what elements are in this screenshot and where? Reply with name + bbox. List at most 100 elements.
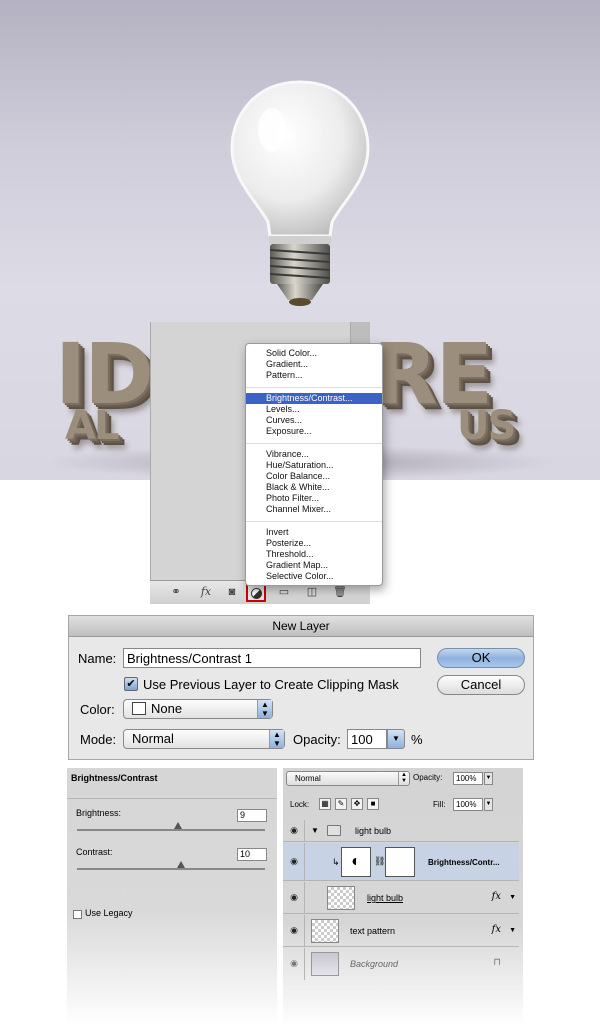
layer-row-light-bulb[interactable]: ◉ light bulb fx ▼ <box>283 882 519 914</box>
menu-item[interactable]: Threshold... <box>246 549 382 560</box>
menu-item[interactable]: Curves... <box>246 415 382 426</box>
fill-dropdown-icon[interactable]: ▼ <box>484 798 493 811</box>
menu-item[interactable]: Pattern... <box>246 370 382 381</box>
clipping-arrow-icon: ↳ <box>332 857 340 867</box>
clipping-mask-checkbox[interactable]: ✔ <box>124 677 138 691</box>
blend-mode-value: Normal <box>295 774 321 783</box>
new-layer-dialog: New Layer Name: OK Cancel ✔ Use Previous… <box>68 615 534 760</box>
mode-select[interactable]: Normal ▲ ▼ <box>123 729 285 749</box>
menu-item[interactable]: Invert <box>246 527 382 538</box>
layer-name: text pattern <box>350 926 396 936</box>
opacity-input[interactable] <box>347 729 387 749</box>
layer-name-input[interactable] <box>123 648 421 668</box>
opacity-label: Opacity: <box>413 773 443 782</box>
brightness-slider-track[interactable] <box>77 822 265 831</box>
menu-item[interactable]: Selective Color... <box>246 571 382 582</box>
contrast-value-input[interactable]: 10 <box>237 848 267 861</box>
menu-item[interactable]: Brightness/Contrast... <box>246 393 382 404</box>
layer-mask-thumbnail[interactable] <box>385 847 415 877</box>
cancel-button[interactable]: Cancel <box>437 675 525 695</box>
layer-thumbnail <box>327 886 355 910</box>
expand-effects-icon[interactable]: ▼ <box>509 894 516 901</box>
use-legacy-checkbox[interactable] <box>73 910 82 919</box>
contrast-slider-track[interactable] <box>77 861 265 870</box>
chain-link-icon[interactable]: ⛓ <box>374 856 385 867</box>
lock-position-icon[interactable]: ✥ <box>351 798 363 810</box>
fx-icon[interactable]: fx <box>492 891 501 902</box>
visibility-cell: ◉ <box>283 915 305 946</box>
layer-row-group[interactable]: ◉ ▼ light bulb <box>283 820 519 842</box>
menu-item[interactable]: Channel Mixer... <box>246 504 382 515</box>
menu-item[interactable]: Black & White... <box>246 482 382 493</box>
menu-item[interactable]: Levels... <box>246 404 382 415</box>
adjustment-layer-menu: Solid Color... Gradient... Pattern... Brigh… <box>245 343 383 586</box>
visibility-cell: ◉ <box>283 948 305 980</box>
color-select[interactable]: None ▲ ▼ <box>123 699 273 719</box>
layer-name: light bulb <box>367 893 404 903</box>
mask-icon[interactable]: ◙ <box>224 585 240 599</box>
dialog-title: New Layer <box>69 616 533 637</box>
eye-icon[interactable]: ◉ <box>288 892 300 902</box>
brightness-contrast-panel: Brightness/Contrast Brightness: 9 Contra… <box>67 768 277 1026</box>
name-label: Name: <box>78 651 117 666</box>
menu-item[interactable]: Photo Filter... <box>246 493 382 504</box>
fill-field[interactable]: 100% <box>453 798 483 811</box>
new-layer-icon[interactable]: ◫ <box>304 585 320 599</box>
disclosure-triangle-icon[interactable]: ▼ <box>311 826 319 835</box>
menu-separator <box>246 387 382 388</box>
light-bulb-illustration <box>230 80 370 306</box>
opacity-field[interactable]: 100% <box>453 772 483 785</box>
select-arrows-icon: ▲ ▼ <box>398 772 409 785</box>
select-arrows-icon: ▲ ▼ <box>269 730 284 748</box>
blend-mode-select[interactable]: Normal ▲ ▼ <box>286 771 410 786</box>
select-arrows-icon: ▲ ▼ <box>257 700 272 718</box>
lock-all-icon[interactable]: ■ <box>367 798 379 810</box>
visibility-cell: ◉ <box>283 820 305 841</box>
menu-item[interactable]: Posterize... <box>246 538 382 549</box>
visibility-cell: ◉ <box>283 882 305 913</box>
mode-label: Mode: <box>80 732 117 747</box>
mode-select-value: Normal <box>132 731 174 746</box>
opacity-unit: % <box>411 732 423 747</box>
layers-panel: Normal ▲ ▼ Opacity: 100% ▼ Lock: ▦ ✎ ✥ ■ … <box>283 768 523 1026</box>
visibility-cell: ◉ <box>283 843 305 880</box>
menu-item[interactable]: Solid Color... <box>246 348 382 359</box>
clipping-mask-label: Use Previous Layer to Create Clipping Ma… <box>143 677 399 692</box>
panel-title: Brightness/Contrast <box>71 773 158 783</box>
layer-row-background[interactable]: ◉ Background ⊓ <box>283 948 519 980</box>
eye-icon[interactable]: ◉ <box>288 925 300 935</box>
link-icon[interactable]: ⚭ <box>168 585 184 599</box>
menu-item[interactable]: Gradient Map... <box>246 560 382 571</box>
divider <box>67 798 277 799</box>
opacity-dropdown-icon[interactable]: ▼ <box>387 729 405 749</box>
layer-row-adjustment[interactable]: ◉ ↳ ◐ ⛓ Brightness/Contr... <box>283 843 519 881</box>
menu-item[interactable]: Exposure... <box>246 426 382 437</box>
menu-item[interactable]: Vibrance... <box>246 449 382 460</box>
fx-icon[interactable]: fx <box>198 585 214 599</box>
brightness-slider-thumb[interactable] <box>174 822 182 829</box>
eye-icon[interactable]: ◉ <box>288 856 300 866</box>
trash-icon[interactable]: 🗑 <box>332 585 348 599</box>
group-icon[interactable]: ▭ <box>276 585 292 599</box>
lock-image-icon[interactable]: ✎ <box>335 798 347 810</box>
expand-effects-icon[interactable]: ▼ <box>509 927 516 934</box>
eye-icon[interactable]: ◉ <box>288 959 300 968</box>
contrast-label: Contrast: <box>76 847 113 857</box>
lock-transparency-icon[interactable]: ▦ <box>319 798 331 810</box>
brightness-value-input[interactable]: 9 <box>237 809 267 822</box>
layer-name: light bulb <box>355 826 392 836</box>
ok-button[interactable]: OK <box>437 648 525 668</box>
opacity-dropdown-icon[interactable]: ▼ <box>484 772 493 785</box>
eye-icon[interactable]: ◉ <box>288 825 300 835</box>
menu-item[interactable]: Gradient... <box>246 359 382 370</box>
fx-icon[interactable]: fx <box>492 924 501 935</box>
subline-text-right: US <box>457 403 516 449</box>
color-select-value: None <box>151 701 183 716</box>
use-legacy-label: Use Legacy <box>85 908 133 918</box>
layer-row-text-pattern[interactable]: ◉ text pattern fx ▼ <box>283 915 519 947</box>
contrast-slider-thumb[interactable] <box>177 861 185 868</box>
layer-thumbnail <box>311 952 339 976</box>
color-label: Color: <box>80 702 115 717</box>
menu-item[interactable]: Hue/Saturation... <box>246 460 382 471</box>
menu-item[interactable]: Color Balance... <box>246 471 382 482</box>
